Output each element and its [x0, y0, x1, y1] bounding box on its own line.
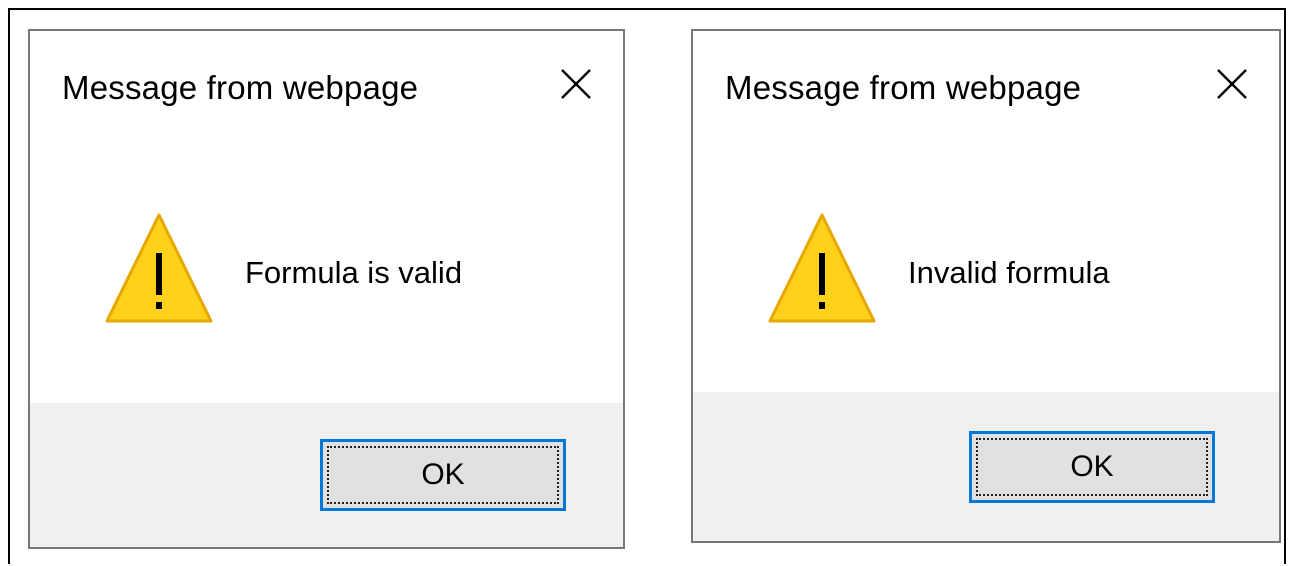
- warning-icon: [103, 211, 215, 325]
- ok-button-label: OK: [421, 458, 465, 491]
- ok-button[interactable]: OK: [969, 431, 1215, 503]
- ok-button-label: OK: [1070, 450, 1114, 483]
- dialog-message: Invalid formula: [908, 255, 1110, 290]
- message-dialog-valid: Message from webpage Formula is valid OK: [28, 29, 625, 549]
- close-button[interactable]: [559, 67, 593, 101]
- message-dialog-invalid: Message from webpage Invalid formula OK: [691, 29, 1281, 543]
- dialog-message: Formula is valid: [245, 255, 463, 290]
- dialog-title: Message from webpage: [62, 69, 419, 106]
- ok-button[interactable]: OK: [320, 439, 566, 511]
- close-button[interactable]: [1215, 67, 1249, 101]
- dialog-title: Message from webpage: [725, 69, 1082, 106]
- close-icon: [1217, 69, 1247, 99]
- warning-icon: [766, 211, 878, 325]
- close-icon: [561, 69, 591, 99]
